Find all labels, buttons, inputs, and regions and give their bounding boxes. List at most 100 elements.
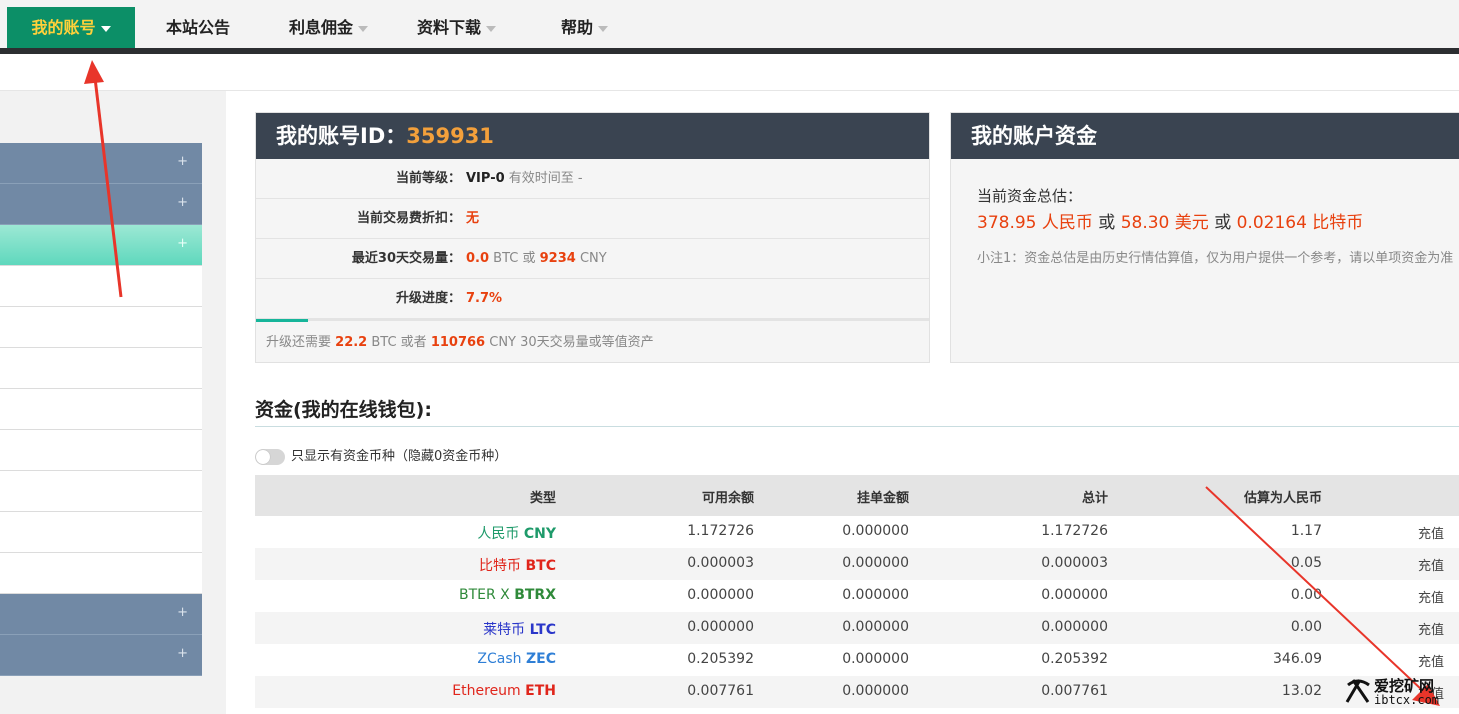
nav-my-account-label: 我的账号 <box>31 18 96 37</box>
currency-code: ETH <box>525 683 556 699</box>
expand-plus-icon[interactable]: + <box>177 646 188 661</box>
chevron-down-icon <box>486 25 497 32</box>
funds-usd: 58.30 美元 <box>1120 213 1209 233</box>
top-nav: 我的账号 本站公告 利息佣金 资料下载 帮助 <box>0 0 1459 54</box>
nav-interest-commission[interactable]: 利息佣金 <box>289 7 369 48</box>
volume-cny: 9234 <box>539 251 576 266</box>
currency-type: BTER X BTRX <box>459 587 556 603</box>
sidebar-group-active[interactable]: + <box>0 225 202 266</box>
upgrade-mid: BTC 或者 <box>371 335 427 350</box>
table-row: 人民币 CNY 1.172726 0.000000 1.172726 1.17 充值 <box>255 516 1459 548</box>
table-row: BTER X BTRX 0.000000 0.000000 0.000000 0.00 充… <box>255 580 1459 612</box>
expand-plus-icon[interactable]: + <box>177 154 188 169</box>
sidebar-item[interactable] <box>0 430 202 471</box>
currency-name: 人民币 <box>477 526 520 542</box>
currency-code: ZEC <box>526 651 556 667</box>
cell-total: 0.000003 <box>1041 555 1108 571</box>
recharge-link[interactable]: 充值 <box>1418 651 1444 670</box>
sidebar-item[interactable] <box>0 389 202 430</box>
volume-cny-unit: CNY <box>579 251 607 266</box>
header-type: 类型 <box>529 491 556 506</box>
cell-cny: 346.09 <box>1273 651 1322 667</box>
header-cny-estimate: 估算为人民币 <box>1243 491 1322 506</box>
currency-code: BTRX <box>514 587 556 603</box>
volume-row: 最近30天交易量： 0.0 BTC 或 9234 CNY <box>256 239 929 279</box>
recharge-link[interactable]: 充值 <box>1418 523 1444 542</box>
discount-label: 当前交易费折扣： <box>356 211 461 226</box>
nav-my-account[interactable]: 我的账号 <box>7 7 135 48</box>
nav-help[interactable]: 帮助 <box>561 7 609 48</box>
currency-type: 莱特币 LTC <box>483 619 556 639</box>
sidebar-item[interactable] <box>0 266 202 307</box>
cell-cny: 0.00 <box>1290 619 1322 635</box>
funds-estimate-label: 当前资金总估： <box>977 187 1083 205</box>
funds-card-header: 我的账户资金 <box>951 113 1459 159</box>
toggle-knob <box>256 449 270 464</box>
funds-btc: 0.02164 比特币 <box>1236 213 1364 233</box>
cell-total: 0.000000 <box>1041 587 1108 603</box>
account-card: 我的账号ID：359931 当前等级： VIP-0 有效时间至 - 当前交易费折… <box>255 112 930 363</box>
header-total: 总计 <box>1081 491 1108 506</box>
cell-frozen: 0.000000 <box>842 619 909 635</box>
currency-name: 比特币 <box>479 558 522 574</box>
funds-cny: 378.95 人民币 <box>977 213 1093 233</box>
recharge-link[interactable]: 充值 <box>1418 619 1444 638</box>
chevron-down-icon <box>598 25 609 32</box>
currency-name: Ethereum <box>452 683 521 699</box>
level-value: VIP-0 <box>466 171 505 186</box>
sidebar-item[interactable] <box>0 307 202 348</box>
sidebar-group-3[interactable]: + <box>0 594 202 635</box>
cell-total: 1.172726 <box>1041 523 1108 539</box>
upgrade-progress-fill <box>256 319 308 322</box>
expand-plus-icon[interactable]: + <box>177 195 188 210</box>
cell-available: 0.000000 <box>687 587 754 603</box>
cell-frozen: 0.000000 <box>842 683 909 699</box>
sidebar-group-4[interactable]: + <box>0 635 202 676</box>
nav-underline-bar <box>0 48 1459 54</box>
funds-card: 我的账户资金 当前资金总估： 378.95 人民币 或 58.30 美元 或 0… <box>950 112 1459 363</box>
sidebar-group-1[interactable]: + <box>0 143 202 184</box>
account-title: 我的账号ID： <box>276 124 407 148</box>
currency-name: BTER X <box>458 587 510 603</box>
level-value-group: VIP-0 有效时间至 - <box>466 159 583 199</box>
sidebar: + + + + + <box>0 91 226 714</box>
recharge-link[interactable]: 充值 <box>1418 587 1444 606</box>
cell-available: 1.172726 <box>687 523 754 539</box>
currency-type: Ethereum ETH <box>452 683 556 699</box>
cell-total: 0.007761 <box>1041 683 1108 699</box>
cell-total: 0.205392 <box>1041 651 1108 667</box>
sidebar-item[interactable] <box>0 348 202 389</box>
wallet-table-body: 人民币 CNY 1.172726 0.000000 1.172726 1.17 充值 比特币… <box>255 516 1459 708</box>
pickaxe-logo-icon <box>1345 679 1370 703</box>
currency-type: ZCash ZEC <box>477 651 556 667</box>
funds-body: 当前资金总估： 378.95 人民币 或 58.30 美元 或 0.02164 … <box>951 159 1459 266</box>
account-id: 359931 <box>406 124 494 148</box>
table-row: Ethereum ETH 0.007761 0.000000 0.007761 13.0… <box>255 676 1459 708</box>
currency-code: BTC <box>525 558 557 574</box>
currency-type: 人民币 CNY <box>477 523 556 543</box>
cell-cny: 1.17 <box>1290 523 1322 539</box>
volume-label: 最近30天交易量： <box>351 251 461 266</box>
hide-zero-toggle[interactable] <box>255 448 285 465</box>
cell-total: 0.000000 <box>1041 619 1108 635</box>
cell-frozen: 0.000000 <box>842 555 909 571</box>
chevron-down-icon <box>100 25 111 32</box>
nav-downloads[interactable]: 资料下载 <box>417 7 497 48</box>
expand-plus-icon[interactable]: + <box>177 605 188 620</box>
expand-plus-icon[interactable]: + <box>177 236 188 251</box>
upgrade-prefix: 升级还需要 <box>266 335 332 350</box>
volume-btc: 0.0 <box>466 251 490 266</box>
sidebar-item[interactable] <box>0 553 202 594</box>
nav-help-label: 帮助 <box>561 18 594 37</box>
cell-cny: 13.02 <box>1281 683 1322 699</box>
progress-label: 升级进度： <box>395 291 461 306</box>
level-label: 当前等级： <box>395 171 461 186</box>
nav-announcements[interactable]: 本站公告 <box>166 7 230 48</box>
recharge-link[interactable]: 充值 <box>1418 555 1444 574</box>
progress-row: 升级进度： 7.7% <box>256 279 929 319</box>
sidebar-group-2[interactable]: + <box>0 184 202 225</box>
sidebar-item[interactable] <box>0 512 202 553</box>
annotation-arrow-head-1 <box>84 60 104 84</box>
sidebar-item[interactable] <box>0 471 202 512</box>
currency-code: CNY <box>523 526 556 542</box>
